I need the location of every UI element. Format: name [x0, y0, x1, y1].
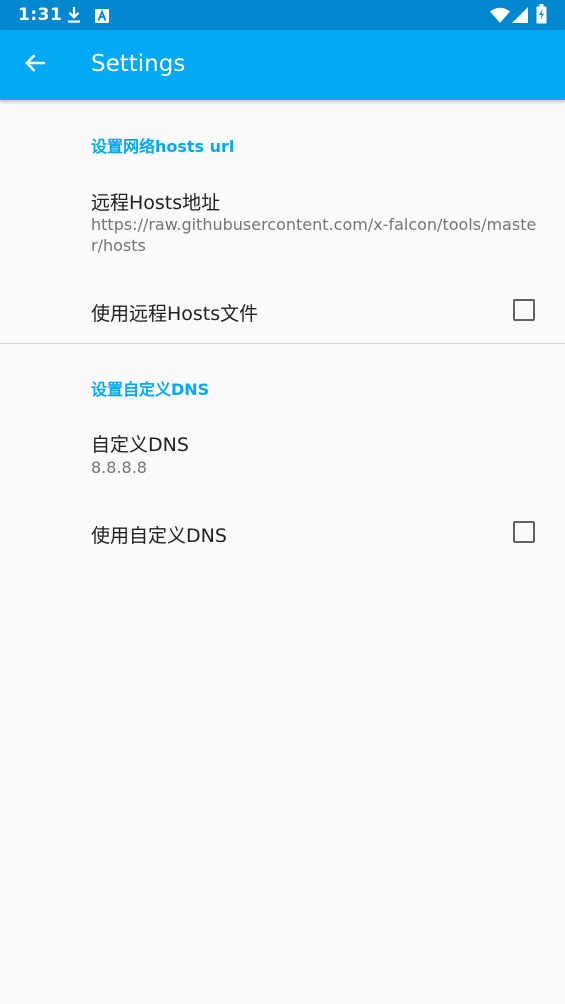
- status-bar: 1:31: [0, 0, 565, 30]
- battery-icon: [536, 4, 547, 28]
- pref-title: 远程Hosts地址: [91, 192, 221, 214]
- wifi-icon: [490, 7, 510, 27]
- use-remote-hosts-checkbox[interactable]: [513, 299, 535, 321]
- pref-title: 自定义DNS: [91, 434, 189, 456]
- pref-title: 使用自定义DNS: [91, 525, 227, 547]
- use-custom-dns-checkbox[interactable]: [513, 521, 535, 543]
- status-time: 1:31: [18, 5, 63, 25]
- category-title-hosts: 设置网络hosts url: [91, 137, 235, 156]
- pref-custom-dns[interactable]: 自定义DNS 8.8.8.8: [0, 420, 565, 490]
- arrow-back-icon: [24, 52, 46, 78]
- a-icon: [95, 8, 109, 27]
- pref-summary: https://raw.githubusercontent.com/x-falc…: [91, 215, 537, 255]
- back-button[interactable]: [14, 44, 56, 86]
- signal-icon: [512, 7, 529, 27]
- divider: [0, 343, 565, 344]
- app-bar: Settings: [0, 30, 565, 100]
- download-icon: [66, 6, 82, 28]
- pref-use-custom-dns[interactable]: 使用自定义DNS: [0, 507, 565, 557]
- pref-summary: 8.8.8.8: [91, 458, 147, 477]
- page-title: Settings: [91, 51, 186, 77]
- pref-title: 使用远程Hosts文件: [91, 303, 259, 325]
- pref-use-remote-hosts[interactable]: 使用远程Hosts文件: [0, 285, 565, 335]
- pref-remote-hosts-url[interactable]: 远程Hosts地址 https://raw.githubusercontent.…: [0, 178, 565, 268]
- category-title-dns: 设置自定义DNS: [91, 380, 210, 399]
